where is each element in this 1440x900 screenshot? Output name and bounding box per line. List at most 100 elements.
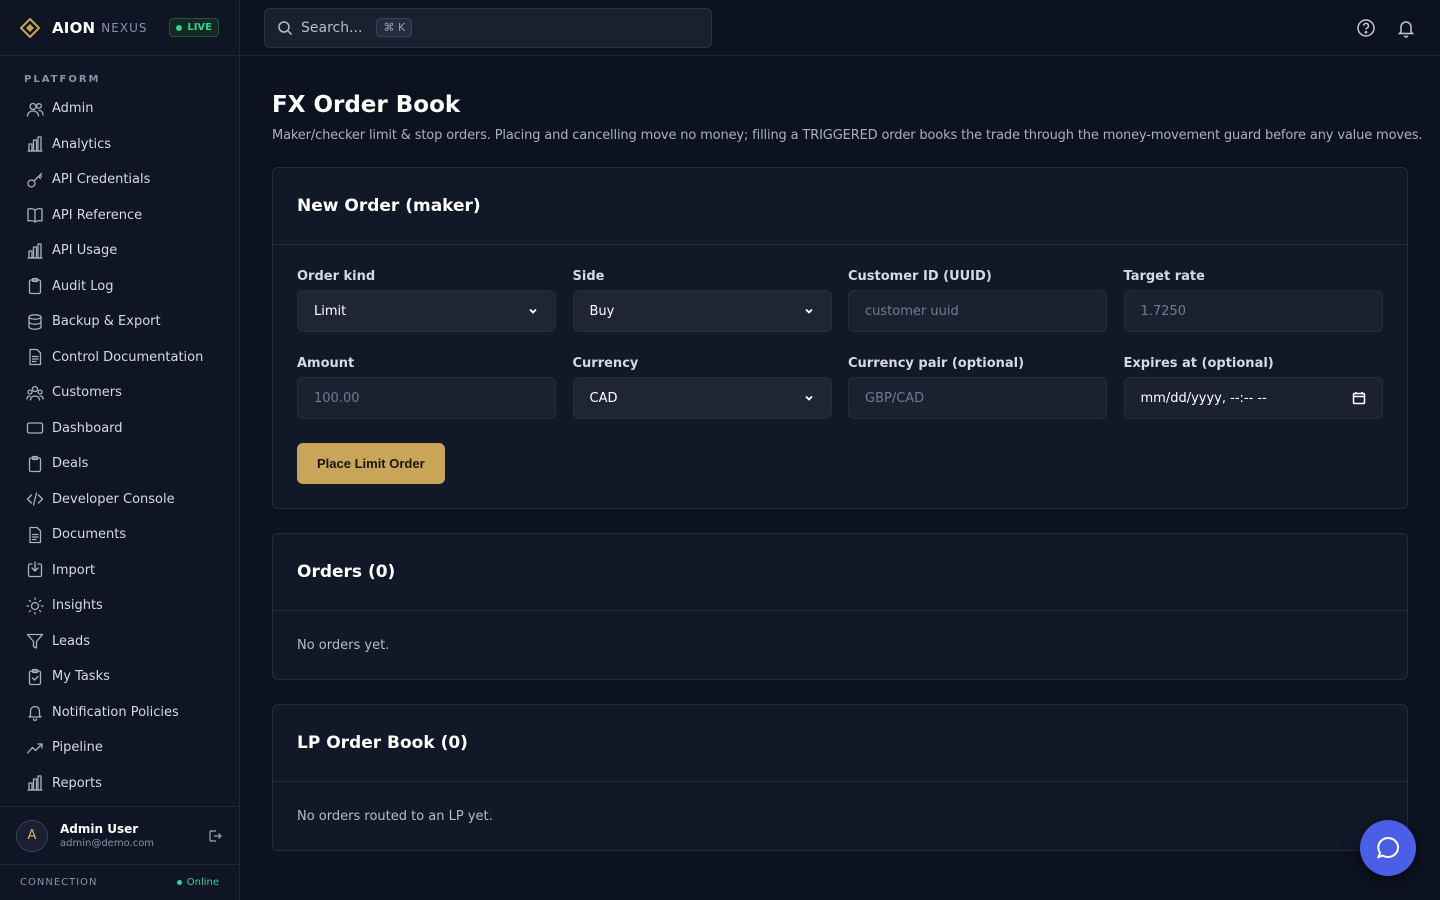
- bell-icon[interactable]: [1396, 18, 1416, 38]
- user-profile[interactable]: A Admin User admin@demo.com: [0, 806, 239, 864]
- sidebar-item-analytics[interactable]: Analytics: [0, 127, 239, 163]
- new-order-header: New Order (maker): [273, 168, 1407, 245]
- help-icon[interactable]: [1356, 18, 1376, 38]
- brand: AION NEXUS LIVE: [0, 0, 239, 56]
- side-field: Side Buy: [572, 269, 832, 332]
- clipboard-icon: [28, 278, 42, 295]
- chevron-down-icon: [529, 308, 537, 314]
- amount-label: Amount: [297, 356, 355, 371]
- trending-icon: [26, 743, 43, 754]
- database-icon: [28, 313, 42, 330]
- file-icon: [29, 349, 42, 366]
- order-kind-label: Order kind: [297, 269, 376, 284]
- target-rate-field: Target rate 1.7250: [1123, 269, 1383, 332]
- expires-at-input[interactable]: mm/dd/yyyy, --:-- --: [1123, 377, 1383, 419]
- orders-empty-state: No orders yet.: [297, 637, 390, 653]
- live-badge-label: LIVE: [187, 22, 212, 33]
- sidebar-item-api-credentials[interactable]: API Credentials: [0, 162, 239, 198]
- chat-button[interactable]: [1360, 820, 1416, 876]
- sidebar-item-deals[interactable]: Deals: [0, 446, 239, 482]
- sidebar-item-label: API Reference: [52, 207, 143, 223]
- connection-status: Online: [176, 877, 219, 888]
- sidebar-item-pipeline[interactable]: Pipeline: [0, 730, 239, 766]
- sidebar-item-control-documentation[interactable]: Control Documentation: [0, 340, 239, 376]
- sidebar-item-notification-policies[interactable]: Notification Policies: [0, 695, 239, 731]
- sidebar-item-developer-console[interactable]: Developer Console: [0, 482, 239, 518]
- sidebar-item-insights[interactable]: Insights: [0, 588, 239, 624]
- connection-label: CONNECTION: [20, 877, 98, 888]
- amount-field: Amount 100.00: [297, 356, 556, 419]
- amount-placeholder: 100.00: [314, 390, 360, 406]
- target-rate-label: Target rate: [1123, 269, 1205, 284]
- book-icon: [27, 208, 43, 223]
- currency-select[interactable]: CAD: [572, 377, 832, 419]
- lp-order-book-card: LP Order Book (0) No orders routed to an…: [272, 704, 1408, 851]
- sidebar-item-label: My Tasks: [52, 669, 110, 685]
- users-icon: [26, 102, 44, 117]
- side-label: Side: [572, 269, 605, 284]
- sidebar-item-leads[interactable]: Leads: [0, 624, 239, 660]
- sidebar-item-backup-export[interactable]: Backup & Export: [0, 304, 239, 340]
- sidebar-item-label: Admin: [52, 101, 94, 117]
- sidebar: AION NEXUS LIVE PLATFORM Admin Analytics A…: [0, 0, 240, 900]
- sidebar-item-label: Backup & Export: [52, 314, 161, 330]
- user-name: Admin User: [60, 822, 139, 836]
- chat-bubble-icon: [1376, 836, 1399, 859]
- clipboard-icon: [28, 455, 42, 472]
- file-icon: [29, 526, 42, 543]
- sidebar-item-audit-log[interactable]: Audit Log: [0, 269, 239, 305]
- lp-order-book-header: LP Order Book (0): [273, 705, 1407, 782]
- sidebar-item-documents[interactable]: Documents: [0, 517, 239, 553]
- order-kind-select[interactable]: Limit: [297, 290, 556, 332]
- code-icon: [26, 492, 44, 506]
- logout-icon[interactable]: [207, 828, 223, 844]
- search-icon: [278, 20, 293, 35]
- connection-status-text: Online: [186, 877, 219, 888]
- sidebar-item-api-reference[interactable]: API Reference: [0, 198, 239, 234]
- status-dot-icon: [176, 880, 182, 885]
- live-dot-icon: [176, 24, 183, 31]
- chevron-down-icon: [804, 308, 813, 314]
- currency-pair-input[interactable]: GBP/CAD: [848, 377, 1107, 419]
- bar-chart-icon: [27, 243, 43, 259]
- sidebar-item-reports[interactable]: Reports: [0, 766, 239, 802]
- sidebar-item-label: Leads: [52, 633, 91, 649]
- expires-at-field: Expires at (optional) mm/dd/yyyy, --:-- …: [1123, 356, 1383, 419]
- currency-field: Currency CAD: [572, 356, 832, 419]
- bar-chart-icon: [27, 775, 43, 791]
- sidebar-item-import[interactable]: Import: [0, 553, 239, 589]
- customer-id-input[interactable]: customer uuid: [848, 290, 1107, 332]
- connection-status-bar: CONNECTION Online: [0, 864, 239, 900]
- sidebar-item-admin[interactable]: Admin: [0, 91, 239, 127]
- sidebar-item-label: Notification Policies: [52, 704, 179, 720]
- new-order-card: New Order (maker) Order kind Limit Side …: [272, 167, 1408, 509]
- place-order-button[interactable]: Place Limit Order: [297, 443, 445, 484]
- sidebar-item-api-usage[interactable]: API Usage: [0, 233, 239, 269]
- sidebar-item-label: Developer Console: [52, 491, 175, 507]
- side-value: Buy: [589, 303, 615, 319]
- sidebar-item-label: Customers: [52, 385, 122, 401]
- funnel-icon: [26, 634, 44, 649]
- live-badge: LIVE: [169, 18, 219, 37]
- amount-input[interactable]: 100.00: [297, 377, 556, 419]
- sidebar-item-label: Audit Log: [52, 278, 114, 294]
- search-shortcut: ⌘ K: [376, 18, 413, 37]
- sidebar-section-label: PLATFORM: [24, 74, 101, 85]
- calendar-icon[interactable]: [1352, 391, 1366, 405]
- side-select[interactable]: Buy: [572, 290, 832, 332]
- sidebar-item-customers[interactable]: Customers: [0, 375, 239, 411]
- search-input[interactable]: Search... ⌘ K: [264, 7, 712, 48]
- target-rate-input[interactable]: 1.7250: [1123, 290, 1383, 332]
- order-kind-field: Order kind Limit: [297, 269, 556, 332]
- order-kind-value: Limit: [314, 303, 347, 319]
- chevron-down-icon: [804, 395, 813, 401]
- main-content: FX Order Book Maker/checker limit & stop…: [272, 56, 1423, 851]
- sidebar-item-dashboard[interactable]: Dashboard: [0, 411, 239, 447]
- sidebar-item-label: Dashboard: [52, 420, 123, 436]
- sidebar-item-label: Insights: [52, 598, 103, 614]
- topbar: Search... ⌘ K: [240, 0, 1440, 56]
- lightbulb-icon: [26, 597, 44, 615]
- sidebar-item-my-tasks[interactable]: My Tasks: [0, 659, 239, 695]
- sidebar-item-label: Control Documentation: [52, 349, 204, 365]
- key-icon: [27, 172, 43, 188]
